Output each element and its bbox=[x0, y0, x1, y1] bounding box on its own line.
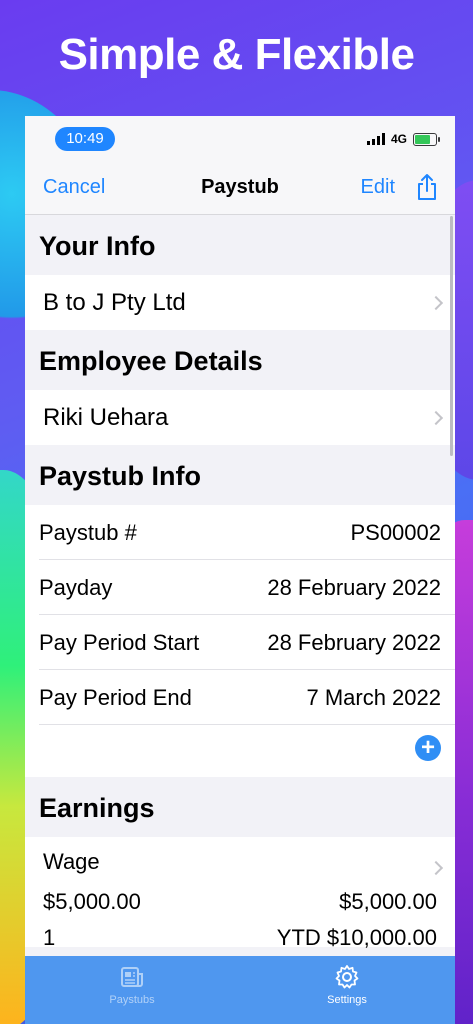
gear-icon bbox=[335, 965, 359, 989]
payday-row[interactable]: Payday 28 February 2022 bbox=[25, 560, 455, 615]
pay-period-end-row[interactable]: Pay Period End 7 March 2022 bbox=[25, 670, 455, 725]
newspaper-icon bbox=[121, 967, 143, 987]
tab-label: Paystubs bbox=[109, 994, 155, 1006]
row-value: PS00002 bbox=[350, 519, 441, 545]
earning-item[interactable]: Wage $5,000.00 $5,000.00 1 YTD $10,000.0… bbox=[25, 837, 455, 950]
tab-label: Settings bbox=[327, 994, 367, 1006]
employee-name: Riki Uehara bbox=[43, 403, 169, 431]
earning-rate: $5,000.00 bbox=[43, 889, 141, 914]
row-value: 28 February 2022 bbox=[267, 574, 441, 600]
phone-screen: 10:49 4G Cancel Paystub Edit Your Info B… bbox=[25, 116, 455, 1024]
chevron-right-icon bbox=[428, 860, 444, 876]
add-field-button[interactable]: + bbox=[415, 735, 441, 761]
your-info-row[interactable]: B to J Pty Ltd bbox=[25, 275, 455, 330]
section-header-paystub-info: Paystub Info bbox=[25, 445, 455, 505]
paystub-number-row[interactable]: Paystub # PS00002 bbox=[25, 505, 455, 560]
tab-settings[interactable]: Settings bbox=[287, 964, 407, 1006]
company-name: B to J Pty Ltd bbox=[43, 288, 186, 316]
section-header-your-info: Your Info bbox=[25, 215, 455, 275]
status-icons: 4G bbox=[366, 132, 440, 146]
promo-headline: Simple & Flexible bbox=[58, 30, 415, 79]
row-label: Payday bbox=[39, 574, 113, 600]
section-header-employee: Employee Details bbox=[25, 330, 455, 390]
form-content: Your Info B to J Pty Ltd Employee Detail… bbox=[25, 215, 455, 950]
earning-amount: $5,000.00 bbox=[339, 889, 437, 914]
navigation-bar: Cancel Paystub Edit bbox=[25, 162, 455, 215]
pay-period-start-row[interactable]: Pay Period Start 28 February 2022 bbox=[25, 615, 455, 670]
share-icon[interactable] bbox=[415, 172, 439, 202]
status-time: 10:49 bbox=[55, 127, 115, 151]
network-type: 4G bbox=[390, 132, 407, 146]
row-label: Paystub # bbox=[39, 519, 137, 545]
add-field-row: + bbox=[25, 725, 455, 777]
row-value: 28 February 2022 bbox=[267, 629, 441, 655]
tab-bar: Paystubs Settings bbox=[25, 956, 455, 1024]
section-header-earnings: Earnings bbox=[25, 777, 455, 837]
edit-button[interactable]: Edit bbox=[361, 176, 395, 199]
signal-icon bbox=[366, 133, 385, 145]
row-value: 7 March 2022 bbox=[306, 684, 441, 710]
scrollbar[interactable] bbox=[450, 216, 453, 456]
status-bar: 10:49 4G bbox=[25, 116, 455, 162]
employee-row[interactable]: Riki Uehara bbox=[25, 390, 455, 445]
row-label: Pay Period End bbox=[39, 684, 192, 710]
earning-ytd: YTD $10,000.00 bbox=[276, 925, 437, 950]
tab-paystubs[interactable]: Paystubs bbox=[72, 964, 192, 1006]
earning-name: Wage bbox=[43, 849, 100, 874]
earning-quantity: 1 bbox=[43, 925, 56, 950]
battery-icon bbox=[413, 132, 440, 146]
row-label: Pay Period Start bbox=[39, 629, 200, 655]
